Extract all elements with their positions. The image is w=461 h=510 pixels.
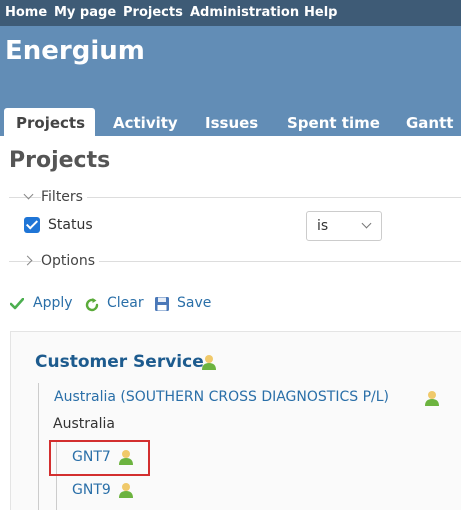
filters-legend[interactable]: Filters [41, 189, 87, 205]
save-button[interactable]: Save [177, 295, 211, 311]
apply-button[interactable]: Apply [33, 295, 73, 311]
tab-spent-time[interactable]: Spent time [287, 108, 380, 136]
top-menu-projects[interactable]: Projects [123, 5, 183, 20]
status-checkbox[interactable] [24, 217, 40, 233]
highlight-box [49, 440, 150, 476]
status-operator-select[interactable]: is [306, 211, 382, 241]
top-menu-my-page[interactable]: My page [54, 5, 116, 20]
project-description: Australia [53, 416, 115, 432]
project-link-customer-service[interactable]: Customer Service [35, 352, 204, 372]
options-legend[interactable]: Options [41, 253, 100, 269]
top-menu-home[interactable]: Home [5, 5, 47, 20]
tree-line [38, 383, 39, 510]
top-menu-help[interactable]: Help [304, 5, 337, 20]
tab-projects[interactable]: Projects [4, 108, 96, 136]
reload-icon [85, 298, 99, 312]
tab-gantt[interactable]: Gantt [406, 108, 453, 136]
user-icon [119, 483, 133, 498]
status-label[interactable]: Status [48, 217, 93, 233]
app-title: Energium [5, 36, 145, 66]
user-icon [202, 355, 216, 370]
project-link-australia[interactable]: Australia (SOUTHERN CROSS DIAGNOSTICS P/… [54, 389, 389, 405]
tab-activity[interactable]: Activity [113, 108, 178, 136]
status-operator-value: is [317, 218, 329, 234]
top-menu: Home My page Projects Administration Hel… [0, 0, 461, 26]
clear-button[interactable]: Clear [107, 295, 144, 311]
check-icon [10, 298, 24, 310]
tab-issues[interactable]: Issues [205, 108, 258, 136]
top-menu-administration[interactable]: Administration [190, 5, 299, 20]
user-icon [425, 391, 439, 406]
page-title: Projects [9, 148, 111, 173]
project-link-gnt9[interactable]: GNT9 [72, 482, 111, 498]
chevron-down-icon [361, 218, 372, 229]
save-icon [155, 297, 169, 311]
